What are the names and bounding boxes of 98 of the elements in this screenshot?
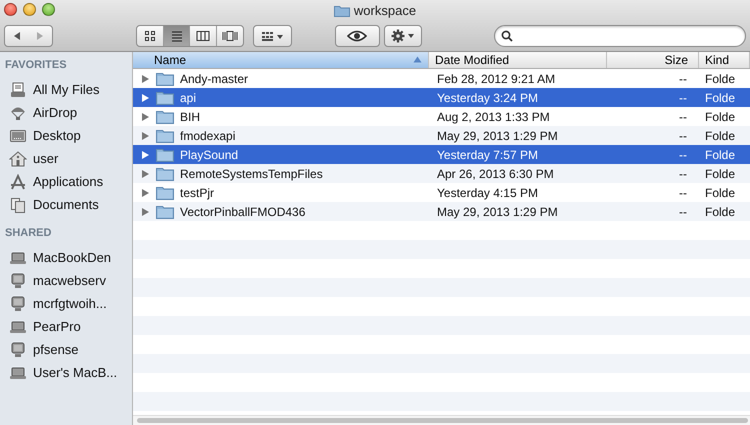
folder-icon: [156, 90, 174, 105]
sidebar-item[interactable]: mcrfgtwoih...: [0, 292, 132, 315]
sidebar-item[interactable]: All My Files: [0, 78, 132, 101]
list-view-button[interactable]: [164, 26, 190, 46]
file-name: Andy-master: [180, 72, 248, 86]
sidebar-item[interactable]: MacBookDen: [0, 246, 132, 269]
file-kind: Folde: [705, 72, 736, 86]
laptop-icon: [9, 318, 27, 334]
sidebar-item[interactable]: user: [0, 147, 132, 170]
search-icon: [501, 30, 514, 42]
folder-icon: [156, 166, 174, 181]
folder-icon: [334, 4, 350, 16]
file-row[interactable]: testPjr Yesterday 4:15 PM -- Folde: [133, 183, 750, 202]
file-row[interactable]: BIH Aug 2, 2013 1:33 PM -- Folde: [133, 107, 750, 126]
file-row[interactable]: Andy-master Feb 28, 2012 9:21 AM -- Folde: [133, 69, 750, 88]
sidebar-item[interactable]: AirDrop: [0, 101, 132, 124]
file-name: testPjr: [180, 186, 214, 200]
settings-button[interactable]: [384, 25, 422, 47]
file-kind: Folde: [705, 204, 736, 218]
file-row[interactable]: PlaySound Yesterday 7:57 PM -- Folde: [133, 145, 750, 164]
settings-icon: [390, 29, 415, 43]
grid-icon: [144, 30, 156, 42]
home-icon: [9, 150, 27, 166]
laptop-icon: [9, 364, 27, 380]
zoom-button[interactable]: [42, 3, 55, 16]
date-modified: Yesterday 7:57 PM: [437, 148, 538, 162]
list-icon: [170, 30, 183, 42]
sort-arrow-icon: [413, 56, 422, 63]
date-modified: Aug 2, 2013 1:33 PM: [437, 110, 550, 124]
file-name: fmodexapi: [180, 128, 236, 142]
section-heading: SHARED: [4, 226, 52, 241]
date-modified: Feb 28, 2012 9:21 AM: [437, 72, 556, 86]
search-field[interactable]: [494, 25, 746, 47]
monitor-icon: [9, 342, 27, 358]
column-header[interactable]: Size: [607, 52, 699, 68]
file-size: --: [679, 166, 687, 180]
file-kind: Folde: [705, 128, 736, 142]
folder-icon: [156, 128, 174, 143]
minimize-button[interactable]: [23, 3, 36, 16]
file-size: --: [679, 128, 687, 142]
file-kind: Folde: [705, 90, 736, 104]
desktop-icon: [9, 128, 27, 144]
arrange-icon: [260, 30, 285, 42]
sidebar-item[interactable]: Desktop: [0, 124, 132, 147]
file-name: PlaySound: [180, 148, 238, 162]
file-size: --: [679, 186, 687, 200]
file-size: --: [679, 204, 687, 218]
folder-icon: [156, 71, 174, 86]
date-modified: Yesterday 4:15 PM: [437, 186, 538, 200]
file-size: --: [679, 72, 687, 86]
file-kind: Folde: [705, 148, 736, 162]
eye-icon: [347, 30, 368, 42]
sidebar-item[interactable]: macwebserv: [0, 269, 132, 292]
docs-icon: [9, 196, 27, 212]
close-button[interactable]: [4, 3, 17, 16]
file-size: --: [679, 148, 687, 162]
file-name: VectorPinballFMOD436: [180, 204, 306, 218]
folder-icon: [156, 204, 174, 219]
column-header[interactable]: Kind: [699, 52, 750, 68]
quick-look-button[interactable]: [335, 25, 380, 47]
file-name: RemoteSystemsTempFiles: [180, 166, 323, 180]
sidebar-item[interactable]: pfsense: [0, 338, 132, 361]
sidebar-item[interactable]: Applications: [0, 170, 132, 193]
column-header[interactable]: Date Modified: [429, 52, 607, 68]
date-modified: May 29, 2013 1:29 PM: [437, 204, 558, 218]
sidebar-item[interactable]: Documents: [0, 193, 132, 216]
section-heading: FAVORITES: [4, 58, 68, 73]
file-kind: Folde: [705, 110, 736, 124]
folder-icon: [156, 147, 174, 162]
arrange-button[interactable]: [253, 25, 292, 47]
sidebar-item[interactable]: User's MacB...: [0, 361, 132, 384]
file-kind: Folde: [705, 166, 736, 180]
date-modified: Apr 26, 2013 6:30 PM: [437, 166, 554, 180]
view-mode-control[interactable]: [136, 25, 244, 47]
back-icon[interactable]: [12, 31, 22, 41]
sidebar-item[interactable]: PearPro: [0, 315, 132, 338]
airdrop-icon: [9, 104, 27, 120]
cover-flow-icon: [222, 30, 238, 42]
columns-icon: [196, 30, 210, 42]
folder-icon: [156, 109, 174, 124]
back-forward-buttons[interactable]: [4, 25, 54, 47]
file-name: BIH: [180, 110, 200, 124]
window-title: workspace: [354, 2, 416, 18]
date-modified: Yesterday 3:24 PM: [437, 90, 538, 104]
date-modified: May 29, 2013 1:29 PM: [437, 128, 558, 142]
file-size: --: [679, 90, 687, 104]
monitor-icon: [9, 272, 27, 288]
folder-icon: [156, 185, 174, 200]
file-size: --: [679, 110, 687, 124]
horizontal-scrollbar[interactable]: [133, 415, 750, 425]
apps-icon: [9, 174, 27, 190]
files-icon: [9, 82, 27, 98]
file-row[interactable]: api Yesterday 3:24 PM -- Folde: [133, 88, 750, 107]
column-header[interactable]: Name: [133, 52, 429, 68]
file-kind: Folde: [705, 186, 736, 200]
monitor-icon: [9, 296, 27, 312]
file-name: api: [180, 90, 196, 104]
laptop-icon: [9, 250, 27, 266]
